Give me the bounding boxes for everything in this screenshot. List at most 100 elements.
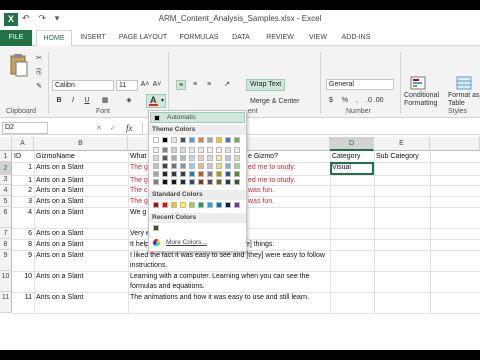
font-name-combo[interactable]: Calibri: [52, 80, 114, 91]
paste-button[interactable]: [8, 52, 30, 82]
theme-shade-swatch[interactable]: [189, 171, 195, 177]
col-header-d[interactable]: D: [330, 137, 374, 151]
cancel-icon[interactable]: ✕: [96, 124, 102, 132]
theme-shade-swatch[interactable]: [216, 147, 222, 153]
format-painter-icon[interactable]: ✎: [34, 82, 44, 92]
format-as-table-button[interactable]: Format as Table: [448, 92, 480, 108]
theme-shade-swatch[interactable]: [162, 155, 168, 161]
select-all-corner[interactable]: [0, 137, 12, 151]
row-header[interactable]: 9: [0, 250, 12, 271]
theme-shade-swatch[interactable]: [216, 155, 222, 161]
col-header-b[interactable]: B: [34, 137, 128, 151]
row-header[interactable]: 8: [0, 239, 12, 250]
cell-category[interactable]: [330, 250, 374, 252]
active-cell-d2[interactable]: [330, 162, 374, 175]
theme-shade-swatch[interactable]: [207, 171, 213, 177]
cell-category[interactable]: [330, 207, 374, 209]
theme-shade-swatch[interactable]: [171, 147, 177, 153]
tab-home[interactable]: HOME: [36, 30, 72, 47]
theme-shade-swatch[interactable]: [216, 171, 222, 177]
font-size-combo[interactable]: 11: [116, 80, 138, 91]
more-colors-option[interactable]: More Colors...: [150, 237, 245, 249]
theme-color-swatch[interactable]: [207, 137, 213, 143]
recent-color-swatch[interactable]: [153, 225, 159, 231]
cell-category[interactable]: [330, 185, 374, 187]
theme-shade-swatch[interactable]: [162, 179, 168, 185]
standard-color-swatch[interactable]: [198, 202, 204, 208]
standard-color-swatch[interactable]: [207, 202, 213, 208]
theme-shade-swatch[interactable]: [234, 147, 240, 153]
copy-icon[interactable]: ⎘: [34, 68, 44, 78]
col-header-f[interactable]: [430, 137, 480, 151]
theme-color-swatch[interactable]: [198, 137, 204, 143]
tab-formulas[interactable]: FORMULAS: [176, 30, 222, 46]
merge-center-button[interactable]: Merge & Center: [250, 98, 299, 105]
theme-shade-swatch[interactable]: [207, 179, 213, 185]
cell-id[interactable]: 10: [12, 271, 34, 283]
theme-shade-swatch[interactable]: [207, 155, 213, 161]
cell-gizmoname[interactable]: Ants on a Slant: [34, 271, 128, 283]
cell-id[interactable]: 4: [12, 207, 34, 219]
tab-review[interactable]: REVIEW: [260, 30, 300, 46]
borders-icon[interactable]: ▦: [100, 96, 110, 106]
align-bottom-icon[interactable]: ≡: [204, 80, 214, 90]
standard-color-swatch[interactable]: [153, 202, 159, 208]
theme-shade-swatch[interactable]: [153, 155, 159, 161]
theme-shade-swatch[interactable]: [171, 179, 177, 185]
standard-color-swatch[interactable]: [216, 202, 222, 208]
theme-shade-swatch[interactable]: [171, 155, 177, 161]
number-format-combo[interactable]: General: [326, 79, 394, 90]
cell-category[interactable]: [330, 292, 374, 294]
cell-gizmoname[interactable]: Ants on a Slant: [34, 250, 128, 262]
tab-data[interactable]: DATA: [226, 30, 256, 46]
cell-id[interactable]: 9: [12, 250, 34, 262]
theme-shade-swatch[interactable]: [180, 155, 186, 161]
col-header-e[interactable]: E: [374, 137, 430, 151]
enter-icon[interactable]: ✓: [110, 124, 116, 132]
shrink-font-button[interactable]: A˅: [152, 80, 162, 90]
tab-view[interactable]: VIEW: [304, 30, 332, 46]
decimal-buttons[interactable]: .0 .00: [366, 97, 384, 104]
theme-shade-swatch[interactable]: [198, 163, 204, 169]
standard-color-swatch[interactable]: [189, 202, 195, 208]
theme-shade-swatch[interactable]: [171, 163, 177, 169]
theme-color-swatch[interactable]: [153, 137, 159, 143]
cell-gizmoname[interactable]: Ants on a Slant: [34, 162, 128, 174]
theme-shade-swatch[interactable]: [153, 163, 159, 169]
theme-shade-swatch[interactable]: [198, 179, 204, 185]
theme-shade-swatch[interactable]: [162, 163, 168, 169]
theme-shade-swatch[interactable]: [225, 163, 231, 169]
grow-font-button[interactable]: A˄: [140, 80, 150, 90]
theme-shade-swatch[interactable]: [180, 179, 186, 185]
theme-shade-swatch[interactable]: [225, 147, 231, 153]
row-header[interactable]: 5: [0, 196, 12, 207]
cell-category[interactable]: [330, 271, 374, 273]
cut-icon[interactable]: ✂: [34, 54, 44, 64]
cell-id[interactable]: 1: [12, 162, 34, 174]
tab-insert[interactable]: INSERT: [76, 30, 110, 46]
underline-button[interactable]: U: [82, 96, 92, 106]
theme-shade-swatch[interactable]: [180, 163, 186, 169]
format-as-table-icon[interactable]: [456, 76, 472, 90]
cell-response[interactable]: The animations and how it was easy to us…: [128, 292, 330, 313]
row-header[interactable]: 11: [0, 292, 12, 313]
theme-shade-swatch[interactable]: [234, 163, 240, 169]
cell-gizmoname[interactable]: Ants on a Slant: [34, 207, 128, 219]
standard-color-swatch[interactable]: [234, 202, 240, 208]
theme-shade-swatch[interactable]: [207, 147, 213, 153]
theme-shade-swatch[interactable]: [198, 147, 204, 153]
theme-shade-swatch[interactable]: [225, 155, 231, 161]
percent-button[interactable]: %: [340, 96, 350, 106]
theme-shade-swatch[interactable]: [234, 179, 240, 185]
cell-response-right[interactable]: ed me to study.: [246, 162, 330, 174]
orientation-icon[interactable]: ↗: [222, 80, 232, 90]
italic-button[interactable]: I: [68, 96, 78, 106]
fill-color-icon[interactable]: ◈: [124, 96, 134, 106]
standard-color-swatch[interactable]: [225, 202, 231, 208]
comma-button[interactable]: ,: [352, 96, 362, 106]
automatic-color-option[interactable]: Automatic: [150, 112, 245, 123]
theme-shade-swatch[interactable]: [216, 163, 222, 169]
standard-color-swatch[interactable]: [180, 202, 186, 208]
row-header[interactable]: 4: [0, 185, 12, 196]
fx-icon[interactable]: fx: [126, 123, 133, 133]
